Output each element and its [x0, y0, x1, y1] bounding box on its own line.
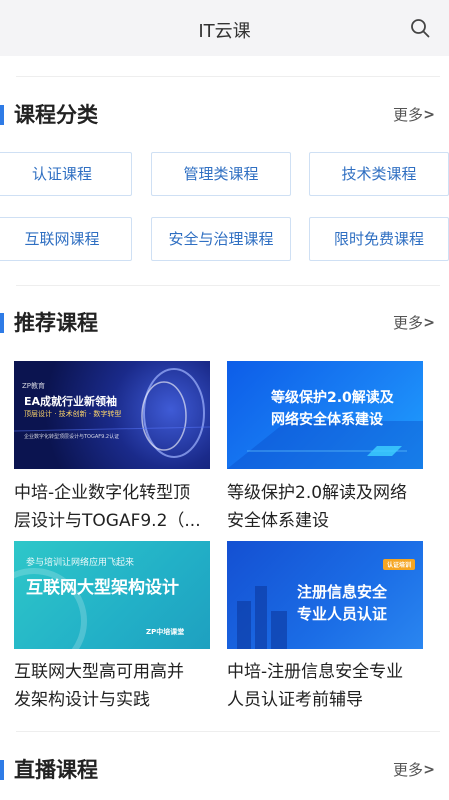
banner-subline: 顶层设计 · 技术创新 · 数字转型: [24, 410, 122, 418]
banner-headline: EA成就行业新领袖: [24, 395, 118, 408]
section-accent-bar: [0, 105, 4, 125]
category-button[interactable]: 安全与治理课程: [151, 217, 291, 261]
chevron-right-icon[interactable]: >: [423, 755, 435, 785]
category-section-header: 课程分类 更多 >: [0, 100, 449, 130]
banner-brand: ZP教育: [22, 382, 46, 390]
course-title-line: 互联网大型高可用高并: [14, 662, 184, 682]
course-title-line: 层设计与TOGAF9.2（...: [14, 511, 201, 531]
category-button[interactable]: 管理类课程: [151, 152, 291, 196]
course-title-line: 发架构设计与实践: [14, 690, 150, 710]
section-title: 课程分类: [14, 103, 98, 127]
course-title-line: 人员认证考前辅导: [227, 690, 363, 710]
category-button[interactable]: 技术类课程: [309, 152, 449, 196]
chevron-right-icon[interactable]: >: [423, 100, 435, 130]
course-title-line: 安全体系建设: [227, 511, 329, 531]
top-bar: IT云课: [0, 0, 449, 56]
search-icon[interactable]: [409, 17, 431, 39]
category-button[interactable]: 限时免费课程: [309, 217, 449, 261]
live-section-header: 直播课程 更多 >: [0, 755, 449, 785]
course-thumbnail[interactable]: 认证培训 注册信息安全 专业人员认证: [227, 541, 423, 649]
course-title[interactable]: 中培-注册信息安全专业 人员认证考前辅导: [227, 658, 432, 714]
divider: [16, 285, 440, 286]
banner-tag: 认证培训: [382, 559, 415, 570]
course-title[interactable]: 中培-企业数字化转型顶 层设计与TOGAF9.2（...: [14, 479, 219, 535]
category-button[interactable]: 认证课程: [0, 152, 132, 196]
course-thumbnail[interactable]: ZP教育 EA成就行业新领袖 顶层设计 · 技术创新 · 数字转型 企业数字化转…: [14, 361, 210, 469]
more-link[interactable]: 更多: [393, 100, 423, 130]
course-thumbnail[interactable]: 等级保护2.0解读及 网络安全体系建设: [227, 361, 423, 469]
more-link[interactable]: 更多: [393, 308, 423, 338]
banner-logo-text: ZP中培课堂: [146, 628, 185, 636]
section-title: 直播课程: [14, 758, 98, 782]
section-title: 推荐课程: [14, 311, 98, 335]
banner-subline: 网络安全体系建设: [271, 412, 383, 428]
course-title[interactable]: 等级保护2.0解读及网络 安全体系建设: [227, 479, 432, 535]
divider: [16, 731, 440, 732]
banner-subline: 参与培训让网络应用飞起来: [26, 558, 135, 568]
recommended-section-header: 推荐课程 更多 >: [0, 308, 449, 338]
course-thumbnail[interactable]: 参与培训让网络应用飞起来 互联网大型架构设计 ZP中培课堂: [14, 541, 210, 649]
section-accent-bar: [0, 760, 4, 780]
banner-subline: 专业人员认证: [297, 605, 388, 623]
course-title-line: 中培-注册信息安全专业: [227, 662, 404, 682]
section-accent-bar: [0, 313, 4, 333]
banner-headline: 等级保护2.0解读及: [271, 390, 394, 406]
course-title[interactable]: 互联网大型高可用高并 发架构设计与实践: [14, 658, 219, 714]
course-title-line: 中培-企业数字化转型顶: [14, 483, 191, 503]
divider: [16, 76, 440, 77]
category-button[interactable]: 互联网课程: [0, 217, 132, 261]
banner-headline: 注册信息安全: [297, 583, 388, 601]
banner-headline: 互联网大型架构设计: [26, 578, 179, 598]
banner-footnote: 企业数字化转型顶层设计与TOGAF9.2认证: [24, 434, 120, 440]
app-title: IT云课: [198, 21, 251, 42]
course-title-line: 等级保护2.0解读及网络: [227, 483, 408, 503]
chevron-right-icon[interactable]: >: [423, 308, 435, 338]
more-link[interactable]: 更多: [393, 755, 423, 785]
